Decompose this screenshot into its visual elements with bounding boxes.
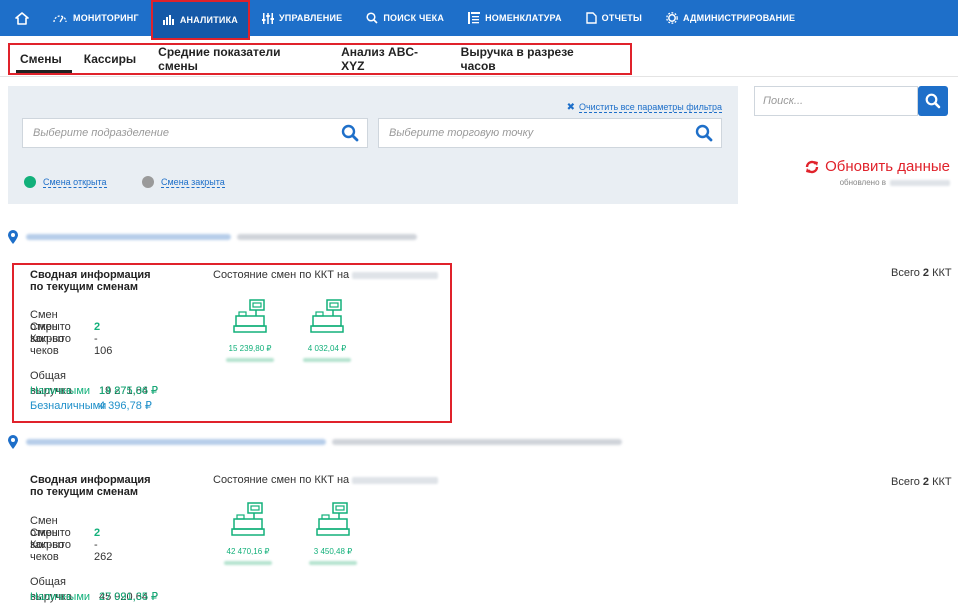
kkt-card[interactable]: 15 239,80 ₽ — [220, 299, 280, 362]
summary-title: Сводная информация по текущим сменам — [30, 474, 151, 498]
checks-count: Кол-во чеков 106 — [30, 333, 113, 357]
shift-summary-block: Сводная информация по текущим сменам Сме… — [12, 472, 952, 612]
kkt-state-label: Состояние смен по ККТ на — [213, 269, 439, 281]
redacted-address — [237, 234, 417, 240]
location-header — [8, 435, 622, 449]
kkt-card[interactable]: 4 032,04 ₽ — [297, 299, 357, 362]
redacted-division — [26, 439, 326, 445]
nav-receipt-search[interactable]: ПОИСК ЧЕКА — [354, 0, 456, 36]
refresh-icon — [805, 160, 819, 174]
analytics-tabs: Смены Кассиры Средние показатели смены А… — [8, 43, 632, 75]
cash-register-icon — [233, 299, 267, 333]
gear-icon — [666, 12, 678, 24]
cash-register-icon — [310, 299, 344, 333]
search-icon — [925, 93, 941, 109]
revenue-cash: Наличными 14 875,06 ₽ — [30, 385, 158, 397]
kkt-card[interactable]: 42 470,16 ₽ — [218, 502, 278, 565]
nav-management[interactable]: УПРАВЛЕНИЕ — [250, 0, 354, 36]
trade-point-select[interactable]: Выберите торговую точку — [378, 118, 722, 148]
nav-administration[interactable]: АДМИНИСТРИРОВАНИЕ — [654, 0, 807, 36]
tab-cashiers[interactable]: Кассиры — [84, 45, 136, 73]
updated-time: обновлено в — [840, 178, 950, 187]
search-icon — [366, 12, 378, 24]
redacted-division — [26, 234, 231, 240]
summary-title: Сводная информация по текущим сменам — [30, 269, 151, 293]
revenue-card: Безналичными4 396,78 ₽ — [30, 400, 152, 412]
checks-count: Кол-во чеков 262 — [30, 539, 113, 563]
redacted-kkt-name — [224, 561, 272, 565]
map-pin-icon — [8, 435, 18, 449]
kkt-card[interactable]: 3 450,48 ₽ — [303, 502, 363, 565]
close-icon: ✖ — [566, 102, 575, 113]
shift-summary-block: Сводная информация по текущим сменам Сме… — [12, 263, 452, 423]
tab-hourly-revenue[interactable]: Выручка в разрезе часов — [461, 45, 608, 73]
clear-filters-link[interactable]: ✖ Очистить все параметры фильтра — [567, 102, 722, 113]
cash-register-icon — [231, 502, 265, 536]
tab-shift-averages[interactable]: Средние показатели смены — [158, 45, 319, 73]
redacted-time — [890, 179, 950, 186]
search-input[interactable]: Поиск... — [754, 86, 918, 116]
search-icon[interactable] — [695, 124, 713, 142]
home-icon — [15, 11, 29, 25]
revenue-cash: Наличными 27 091,35 ₽ — [30, 591, 158, 603]
redacted-address — [332, 439, 622, 445]
home-button[interactable] — [4, 0, 40, 36]
redacted-kkt-name — [303, 358, 351, 362]
open-dot-icon — [24, 176, 36, 188]
location-header — [8, 230, 417, 244]
redacted-date — [352, 476, 439, 484]
monitoring-icon — [52, 13, 68, 23]
map-pin-icon — [8, 230, 18, 244]
nomenclature-icon — [468, 12, 481, 24]
nav-analytics[interactable]: АНАЛИТИКА — [150, 0, 250, 40]
redacted-date — [352, 271, 439, 279]
total-kkt: Всего 2 ККТ — [891, 476, 952, 488]
legend-shift-closed[interactable]: Смена закрыта — [142, 176, 225, 188]
nav-monitoring[interactable]: МОНИТОРИНГ — [40, 0, 151, 36]
search-icon[interactable] — [341, 124, 359, 142]
analytics-icon — [162, 15, 175, 25]
redacted-kkt-name — [309, 561, 357, 565]
management-icon — [261, 12, 274, 24]
top-nav: МОНИТОРИНГ АНАЛИТИКА УПРАВЛЕНИЕ ПОИСК ЧЕ… — [0, 0, 958, 40]
redacted-kkt-name — [226, 358, 274, 362]
division-select[interactable]: Выберите подразделение — [22, 118, 368, 148]
nav-reports[interactable]: ОТЧЕТЫ — [574, 0, 654, 36]
kkt-state-label: Состояние смен по ККТ на — [213, 474, 439, 486]
tab-abc-xyz[interactable]: Анализ ABC-XYZ — [341, 45, 439, 73]
cash-register-icon — [316, 502, 350, 536]
filter-panel: ✖ Очистить все параметры фильтра Выберит… — [8, 86, 738, 204]
nav-nomenclature[interactable]: НОМЕНКЛАТУРА — [456, 0, 574, 36]
refresh-button[interactable]: Обновить данные — [805, 158, 950, 175]
search-button[interactable] — [918, 86, 948, 116]
reports-icon — [585, 12, 597, 24]
closed-dot-icon — [142, 176, 154, 188]
total-kkt: Всего 2 ККТ — [891, 267, 952, 279]
legend-shift-open[interactable]: Смена открыта — [24, 176, 107, 188]
tab-shifts[interactable]: Смены — [16, 45, 72, 73]
tabs-divider — [0, 76, 958, 77]
